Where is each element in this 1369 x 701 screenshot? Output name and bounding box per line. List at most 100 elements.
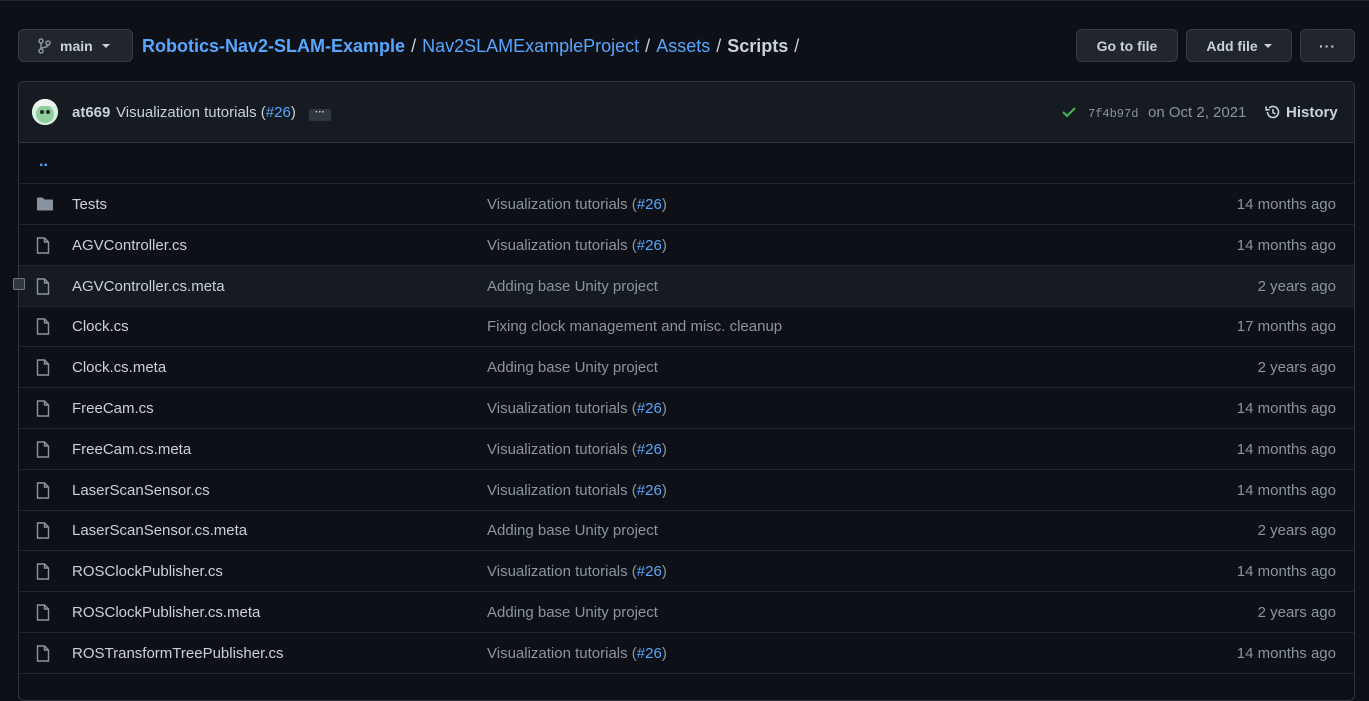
breadcrumb-separator: / xyxy=(411,36,417,56)
file-name-link[interactable]: LaserScanSensor.cs xyxy=(72,482,210,499)
file-commit-message[interactable]: Visualization tutorials (#26) xyxy=(487,400,667,417)
breadcrumb-current: Scripts xyxy=(727,36,789,56)
expand-commit-message-button[interactable]: ··· xyxy=(309,108,331,121)
file-name-link[interactable]: AGVController.cs.meta xyxy=(72,278,225,295)
file-name-link[interactable]: ROSTransformTreePublisher.cs xyxy=(72,645,283,662)
file-commit-text: Adding base Unity project xyxy=(487,278,658,295)
add-file-button[interactable]: Add file xyxy=(1186,29,1292,62)
file-name-link[interactable]: FreeCam.cs.meta xyxy=(72,441,191,458)
file-commit-text: Visualization tutorials ( xyxy=(487,196,637,213)
file-icon xyxy=(36,482,50,502)
file-commit-message[interactable]: Fixing clock management and misc. cleanu… xyxy=(487,318,782,335)
row-select-checkbox[interactable] xyxy=(13,278,25,290)
file-commit-text: Adding base Unity project xyxy=(487,604,658,621)
file-name-link[interactable]: LaserScanSensor.cs.meta xyxy=(72,522,247,539)
file-commit-suffix: ) xyxy=(661,563,667,580)
commit-date: on Oct 2, 2021 xyxy=(1148,104,1247,121)
folder-icon xyxy=(36,196,54,215)
file-row[interactable]: LaserScanSensor.cs Visualization tutorial… xyxy=(19,470,1354,511)
file-name-link[interactable]: FreeCam.cs xyxy=(72,400,154,417)
file-commit-age: 14 months ago xyxy=(1236,482,1336,499)
file-commit-message[interactable]: Visualization tutorials (#26) xyxy=(487,196,667,213)
file-commit-suffix: ) xyxy=(661,482,667,499)
commit-message-suffix: ) xyxy=(290,104,296,121)
file-commit-message[interactable]: Visualization tutorials (#26) xyxy=(487,645,667,662)
parent-directory-link[interactable]: .. xyxy=(39,153,48,171)
file-commit-suffix: ) xyxy=(661,645,667,662)
file-commit-age: 2 years ago xyxy=(1257,278,1336,295)
commit-sha-link[interactable]: 7f4b97d xyxy=(1088,107,1138,121)
file-commit-pr-link[interactable]: #26 xyxy=(637,482,662,499)
file-commit-pr-link[interactable]: #26 xyxy=(637,237,662,254)
file-row[interactable]: AGVController.cs.meta Adding base Unity p… xyxy=(19,266,1354,307)
file-icon xyxy=(36,400,50,420)
file-icon xyxy=(36,359,50,379)
file-commit-age: 14 months ago xyxy=(1236,196,1336,213)
file-row[interactable]: ROSClockPublisher.cs Visualization tutori… xyxy=(19,551,1354,592)
file-commit-text: Visualization tutorials ( xyxy=(487,237,637,254)
latest-commit-bar: at669 Visualization tutorials (#26) ··· … xyxy=(19,82,1354,143)
file-row[interactable]: ROSTransformTreePublisher.cs Visualizatio… xyxy=(19,633,1354,674)
file-commit-pr-link[interactable]: #26 xyxy=(637,400,662,417)
file-commit-age: 17 months ago xyxy=(1236,318,1336,335)
file-commit-message[interactable]: Visualization tutorials (#26) xyxy=(487,482,667,499)
file-row[interactable]: FreeCam.cs.meta Visualization tutorials (… xyxy=(19,429,1354,470)
file-commit-text: Visualization tutorials ( xyxy=(487,563,637,580)
file-commit-age: 14 months ago xyxy=(1236,237,1336,254)
file-name-link[interactable]: ROSClockPublisher.cs xyxy=(72,563,223,580)
avatar[interactable] xyxy=(32,99,58,125)
parent-directory-row[interactable]: .. xyxy=(19,143,1354,184)
file-row[interactable]: FreeCam.cs Visualization tutorials (#26) 1… xyxy=(19,388,1354,429)
file-commit-suffix: ) xyxy=(661,400,667,417)
branch-select-button[interactable]: main xyxy=(18,29,133,62)
commit-author-link[interactable]: at669 xyxy=(72,104,110,121)
go-to-file-button[interactable]: Go to file xyxy=(1076,29,1178,62)
file-icon xyxy=(36,604,50,624)
file-commit-pr-link[interactable]: #26 xyxy=(637,645,662,662)
file-commit-text: Fixing clock management and misc. cleanu… xyxy=(487,318,783,335)
breadcrumb-repo-link[interactable]: Robotics-Nav2-SLAM-Example xyxy=(142,36,405,56)
breadcrumb-separator: / xyxy=(716,36,722,56)
file-commit-message[interactable]: Adding base Unity project xyxy=(487,604,658,621)
file-commit-pr-link[interactable]: #26 xyxy=(637,563,662,580)
file-row[interactable]: AGVController.cs Visualization tutorials … xyxy=(19,225,1354,266)
file-row[interactable]: ROSClockPublisher.cs.meta Adding base Uni… xyxy=(19,592,1354,633)
file-name-link[interactable]: Clock.cs xyxy=(72,318,129,335)
history-link[interactable]: History xyxy=(1264,103,1338,121)
file-name-link[interactable]: AGVController.cs xyxy=(72,237,187,254)
file-commit-message[interactable]: Visualization tutorials (#26) xyxy=(487,563,667,580)
file-commit-message[interactable]: Adding base Unity project xyxy=(487,522,658,539)
file-commit-message[interactable]: Visualization tutorials (#26) xyxy=(487,237,667,254)
file-commit-text: Adding base Unity project xyxy=(487,359,658,376)
breadcrumb-project-link[interactable]: Nav2SLAMExampleProject xyxy=(422,36,639,56)
history-icon xyxy=(1265,105,1280,119)
file-commit-message[interactable]: Adding base Unity project xyxy=(487,278,658,295)
commit-message[interactable]: Visualization tutorials (#26) xyxy=(116,104,296,121)
file-row[interactable]: Clock.cs.meta Adding base Unity project 2 … xyxy=(19,347,1354,388)
repo-toolbar: main Robotics-Nav2-SLAM-Example / Nav2SLAM… xyxy=(18,29,1355,64)
commit-pr-link[interactable]: #26 xyxy=(266,104,291,121)
file-commit-age: 14 months ago xyxy=(1236,441,1336,458)
file-row[interactable]: LaserScanSensor.cs.meta Adding base Unity… xyxy=(19,510,1354,551)
chevron-down-icon xyxy=(1263,43,1272,48)
breadcrumb-assets-link[interactable]: Assets xyxy=(656,36,710,56)
check-icon[interactable] xyxy=(1062,106,1076,118)
file-commit-message[interactable]: Visualization tutorials (#26) xyxy=(487,441,667,458)
file-commit-pr-link[interactable]: #26 xyxy=(637,196,662,213)
branch-name: main xyxy=(60,37,93,54)
file-row[interactable]: Tests Visualization tutorials (#26) 14 mon… xyxy=(19,184,1354,225)
commit-message-text: Visualization tutorials ( xyxy=(116,104,266,121)
file-name-link[interactable]: ROSClockPublisher.cs.meta xyxy=(72,604,260,621)
file-row[interactable]: Clock.cs Fixing clock management and misc… xyxy=(19,306,1354,347)
file-icon xyxy=(36,522,50,542)
file-commit-suffix: ) xyxy=(661,237,667,254)
file-commit-text: Visualization tutorials ( xyxy=(487,645,637,662)
file-commit-message[interactable]: Adding base Unity project xyxy=(487,359,658,376)
file-commit-age: 14 months ago xyxy=(1236,400,1336,417)
more-options-button[interactable]: ··· xyxy=(1300,29,1355,62)
file-name-link[interactable]: Clock.cs.meta xyxy=(72,359,166,376)
file-name-link[interactable]: Tests xyxy=(72,196,107,213)
file-icon xyxy=(36,441,50,461)
top-divider xyxy=(0,0,1369,1)
file-commit-pr-link[interactable]: #26 xyxy=(637,441,662,458)
